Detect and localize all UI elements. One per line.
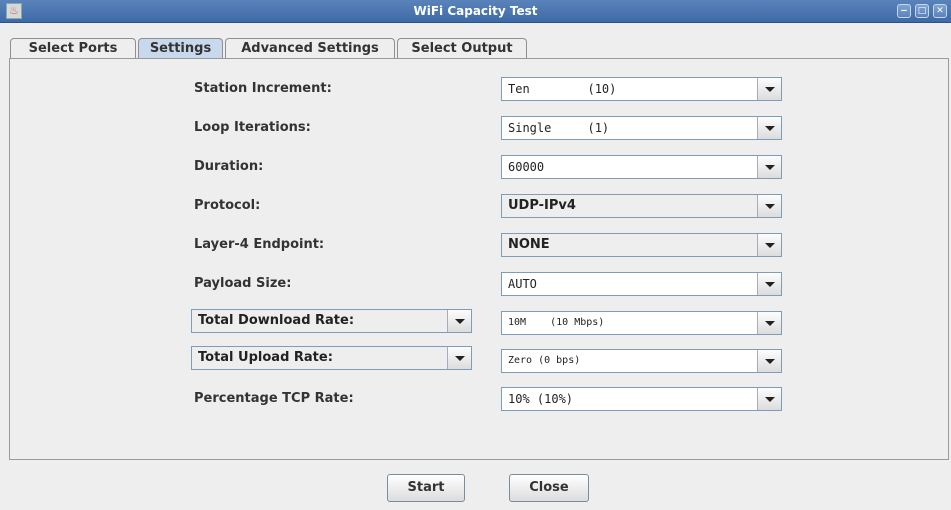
station-increment-select[interactable]: Ten (10) [501, 77, 782, 101]
total-upload-rate-select[interactable]: Zero (0 bps) [501, 349, 782, 373]
layer4-endpoint-label: Layer-4 Endpoint: [194, 237, 325, 252]
tab-select-ports[interactable]: Select Ports [10, 38, 136, 58]
duration-label: Duration: [194, 159, 264, 174]
total-download-rate-label: Total Download Rate: [198, 313, 355, 328]
chevron-down-icon[interactable] [757, 388, 781, 410]
total-upload-rate-value: Zero (0 bps) [508, 355, 581, 366]
chevron-down-icon[interactable] [757, 117, 781, 139]
protocol-value: UDP-IPv4 [508, 198, 576, 213]
chevron-down-icon[interactable] [757, 234, 781, 256]
tab-advanced-settings[interactable]: Advanced Settings [225, 38, 395, 58]
percentage-tcp-rate-select[interactable]: 10% (10%) [501, 387, 782, 411]
loop-iterations-label: Loop Iterations: [194, 120, 311, 135]
chevron-down-icon[interactable] [757, 350, 781, 372]
start-button[interactable]: Start [387, 474, 465, 502]
chevron-down-icon[interactable] [757, 273, 781, 295]
close-window-button[interactable]: ✕ [933, 4, 947, 18]
maximize-button[interactable]: □ [915, 4, 929, 18]
payload-size-label: Payload Size: [194, 276, 292, 291]
total-download-rate-value: 10M (10 Mbps) [508, 317, 605, 328]
duration-value: 60000 [508, 160, 545, 174]
protocol-label: Protocol: [194, 198, 261, 213]
duration-select[interactable]: 60000 [501, 155, 782, 179]
chevron-down-icon[interactable] [757, 195, 781, 217]
percentage-tcp-rate-label: Percentage TCP Rate: [194, 391, 354, 406]
download-rate-type-select[interactable]: Total Download Rate: [191, 309, 472, 333]
total-download-rate-select[interactable]: 10M (10 Mbps) [501, 311, 782, 335]
tab-settings[interactable]: Settings [138, 38, 223, 59]
payload-size-select[interactable]: AUTO [501, 272, 782, 296]
payload-size-value: AUTO [508, 277, 537, 291]
settings-panel: Station Increment: Ten (10) Loop Iterati… [9, 58, 949, 460]
window-title: WiFi Capacity Test [413, 4, 538, 18]
chevron-down-icon[interactable] [757, 78, 781, 100]
protocol-select[interactable]: UDP-IPv4 [501, 194, 782, 218]
upload-rate-type-select[interactable]: Total Upload Rate: [191, 346, 472, 370]
chevron-down-icon[interactable] [447, 310, 471, 332]
tab-select-output[interactable]: Select Output [397, 38, 527, 58]
close-button[interactable]: Close [509, 474, 589, 502]
loop-iterations-select[interactable]: Single (1) [501, 116, 782, 140]
total-upload-rate-label: Total Upload Rate: [198, 350, 333, 365]
percentage-tcp-rate-value: 10% (10%) [508, 392, 574, 406]
chevron-down-icon[interactable] [757, 156, 781, 178]
chevron-down-icon[interactable] [447, 347, 471, 369]
minimize-button[interactable]: ‒ [897, 4, 911, 18]
layer4-endpoint-select[interactable]: NONE [501, 233, 782, 257]
title-bar: ♨ WiFi Capacity Test ‒ □ ✕ [0, 0, 951, 23]
station-increment-value: Ten (10) [508, 82, 617, 96]
loop-iterations-value: Single (1) [508, 121, 610, 135]
chevron-down-icon[interactable] [757, 312, 781, 334]
station-increment-label: Station Increment: [194, 81, 332, 96]
layer4-endpoint-value: NONE [508, 237, 550, 252]
